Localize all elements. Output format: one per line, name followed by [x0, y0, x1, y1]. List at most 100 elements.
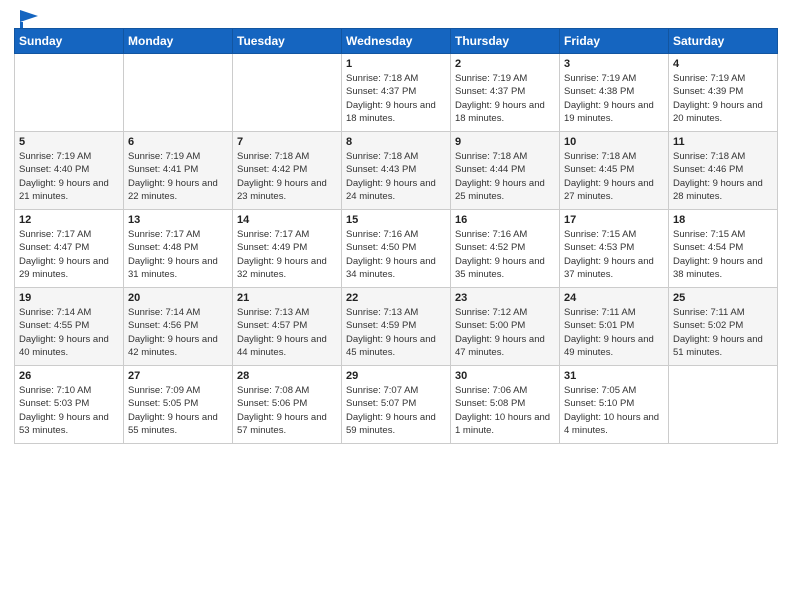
calendar-cell: 20Sunrise: 7:14 AMSunset: 4:56 PMDayligh… [124, 288, 233, 366]
sunset-text: Sunset: 4:39 PM [673, 85, 773, 98]
sunrise-text: Sunrise: 7:07 AM [346, 384, 446, 397]
calendar-cell: 4 Sunrise: 7:19 AMSunset: 4:39 PMDaylight… [669, 54, 778, 132]
daylight-text: Daylight: 9 hours and 20 minutes. [673, 99, 773, 126]
calendar-cell: 24 Sunrise: 7:11 AMSunset: 5:01 PMDayligh… [560, 288, 669, 366]
day-number: 11 [673, 136, 773, 148]
day-number: 12 [19, 214, 119, 226]
calendar-cell [15, 54, 124, 132]
day-number: 6 [128, 136, 228, 148]
daylight-text: Daylight: 9 hours and 31 minutes. [128, 255, 228, 282]
daylight-text: Daylight: 9 hours and 22 minutes. [128, 177, 228, 204]
day-number: 16 [455, 214, 555, 226]
sunrise-text: Sunrise: 7:19 AM [564, 72, 664, 85]
calendar-cell: 1Sunrise: 7:18 AMSunset: 4:37 PMDaylight… [342, 54, 451, 132]
day-number: 4 [673, 58, 773, 70]
day-number: 22 [346, 292, 446, 304]
sunrise-text: Sunrise: 7:18 AM [346, 72, 446, 85]
day-info: Sunrise: 7:14 AMSunset: 4:56 PMDaylight:… [128, 306, 228, 359]
calendar-cell: 26Sunrise: 7:10 AMSunset: 5:03 PMDayligh… [15, 366, 124, 444]
day-info: Sunrise: 7:12 AMSunset: 5:00 PMDaylight:… [455, 306, 555, 359]
daylight-text: Daylight: 9 hours and 25 minutes. [455, 177, 555, 204]
daylight-text: Daylight: 9 hours and 37 minutes. [564, 255, 664, 282]
day-number: 31 [564, 370, 664, 382]
day-info: Sunrise: 7:13 AMSunset: 4:57 PMDaylight:… [237, 306, 337, 359]
day-info: Sunrise: 7:05 AMSunset: 5:10 PMDaylight:… [564, 384, 664, 437]
day-number: 27 [128, 370, 228, 382]
day-info: Sunrise: 7:11 AMSunset: 5:01 PMDaylight:… [564, 306, 664, 359]
page: SundayMondayTuesdayWednesdayThursdayFrid… [0, 0, 792, 612]
daylight-text: Daylight: 9 hours and 51 minutes. [673, 333, 773, 360]
sunset-text: Sunset: 5:00 PM [455, 319, 555, 332]
daylight-text: Daylight: 9 hours and 27 minutes. [564, 177, 664, 204]
calendar-cell: 5Sunrise: 7:19 AMSunset: 4:40 PMDaylight… [15, 132, 124, 210]
day-info: Sunrise: 7:18 AMSunset: 4:43 PMDaylight:… [346, 150, 446, 203]
column-header-saturday: Saturday [669, 29, 778, 54]
calendar-cell: 30Sunrise: 7:06 AMSunset: 5:08 PMDayligh… [451, 366, 560, 444]
sunset-text: Sunset: 4:37 PM [455, 85, 555, 98]
day-info: Sunrise: 7:10 AMSunset: 5:03 PMDaylight:… [19, 384, 119, 437]
daylight-text: Daylight: 10 hours and 1 minute. [455, 411, 555, 438]
sunset-text: Sunset: 4:45 PM [564, 163, 664, 176]
sunset-text: Sunset: 5:10 PM [564, 397, 664, 410]
day-info: Sunrise: 7:17 AMSunset: 4:48 PMDaylight:… [128, 228, 228, 281]
calendar-cell: 12Sunrise: 7:17 AMSunset: 4:47 PMDayligh… [15, 210, 124, 288]
daylight-text: Daylight: 9 hours and 29 minutes. [19, 255, 119, 282]
daylight-text: Daylight: 9 hours and 55 minutes. [128, 411, 228, 438]
day-number: 8 [346, 136, 446, 148]
day-info: Sunrise: 7:11 AMSunset: 5:02 PMDaylight:… [673, 306, 773, 359]
sunset-text: Sunset: 4:50 PM [346, 241, 446, 254]
sunrise-text: Sunrise: 7:15 AM [564, 228, 664, 241]
calendar-cell: 18Sunrise: 7:15 AMSunset: 4:54 PMDayligh… [669, 210, 778, 288]
header [0, 0, 792, 28]
calendar-cell: 29Sunrise: 7:07 AMSunset: 5:07 PMDayligh… [342, 366, 451, 444]
daylight-text: Daylight: 9 hours and 19 minutes. [564, 99, 664, 126]
day-number: 23 [455, 292, 555, 304]
daylight-text: Daylight: 9 hours and 18 minutes. [455, 99, 555, 126]
calendar-cell: 31 Sunrise: 7:05 AMSunset: 5:10 PMDayligh… [560, 366, 669, 444]
day-info: Sunrise: 7:19 AMSunset: 4:38 PMDaylight:… [564, 72, 664, 125]
sunrise-text: Sunrise: 7:19 AM [19, 150, 119, 163]
sunrise-text: Sunrise: 7:11 AM [673, 306, 773, 319]
sunrise-text: Sunrise: 7:08 AM [237, 384, 337, 397]
sunset-text: Sunset: 4:52 PM [455, 241, 555, 254]
sunrise-text: Sunrise: 7:09 AM [128, 384, 228, 397]
sunset-text: Sunset: 4:40 PM [19, 163, 119, 176]
sunset-text: Sunset: 4:47 PM [19, 241, 119, 254]
sunrise-text: Sunrise: 7:17 AM [237, 228, 337, 241]
sunset-text: Sunset: 4:49 PM [237, 241, 337, 254]
day-number: 18 [673, 214, 773, 226]
day-number: 24 [564, 292, 664, 304]
sunrise-text: Sunrise: 7:18 AM [455, 150, 555, 163]
daylight-text: Daylight: 10 hours and 4 minutes. [564, 411, 664, 438]
day-info: Sunrise: 7:18 AMSunset: 4:46 PMDaylight:… [673, 150, 773, 203]
day-number: 14 [237, 214, 337, 226]
day-info: Sunrise: 7:17 AMSunset: 4:49 PMDaylight:… [237, 228, 337, 281]
day-info: Sunrise: 7:09 AMSunset: 5:05 PMDaylight:… [128, 384, 228, 437]
calendar-cell: 27 Sunrise: 7:09 AMSunset: 5:05 PMDayligh… [124, 366, 233, 444]
daylight-text: Daylight: 9 hours and 34 minutes. [346, 255, 446, 282]
calendar-cell: 13Sunrise: 7:17 AMSunset: 4:48 PMDayligh… [124, 210, 233, 288]
sunrise-text: Sunrise: 7:18 AM [237, 150, 337, 163]
day-number: 28 [237, 370, 337, 382]
sunset-text: Sunset: 4:46 PM [673, 163, 773, 176]
sunset-text: Sunset: 4:38 PM [564, 85, 664, 98]
week-row-5: 26Sunrise: 7:10 AMSunset: 5:03 PMDayligh… [15, 366, 778, 444]
day-number: 17 [564, 214, 664, 226]
day-info: Sunrise: 7:19 AMSunset: 4:39 PMDaylight:… [673, 72, 773, 125]
day-info: Sunrise: 7:06 AMSunset: 5:08 PMDaylight:… [455, 384, 555, 437]
daylight-text: Daylight: 9 hours and 23 minutes. [237, 177, 337, 204]
day-number: 25 [673, 292, 773, 304]
calendar-cell: 11 Sunrise: 7:18 AMSunset: 4:46 PMDayligh… [669, 132, 778, 210]
calendar-cell: 14 Sunrise: 7:17 AMSunset: 4:49 PMDayligh… [233, 210, 342, 288]
sunrise-text: Sunrise: 7:19 AM [673, 72, 773, 85]
calendar-cell: 16Sunrise: 7:16 AMSunset: 4:52 PMDayligh… [451, 210, 560, 288]
day-info: Sunrise: 7:07 AMSunset: 5:07 PMDaylight:… [346, 384, 446, 437]
sunset-text: Sunset: 4:41 PM [128, 163, 228, 176]
sunset-text: Sunset: 4:55 PM [19, 319, 119, 332]
daylight-text: Daylight: 9 hours and 28 minutes. [673, 177, 773, 204]
sunrise-text: Sunrise: 7:16 AM [346, 228, 446, 241]
column-header-wednesday: Wednesday [342, 29, 451, 54]
calendar-cell: 21Sunrise: 7:13 AMSunset: 4:57 PMDayligh… [233, 288, 342, 366]
sunrise-text: Sunrise: 7:19 AM [128, 150, 228, 163]
logo [18, 10, 40, 24]
